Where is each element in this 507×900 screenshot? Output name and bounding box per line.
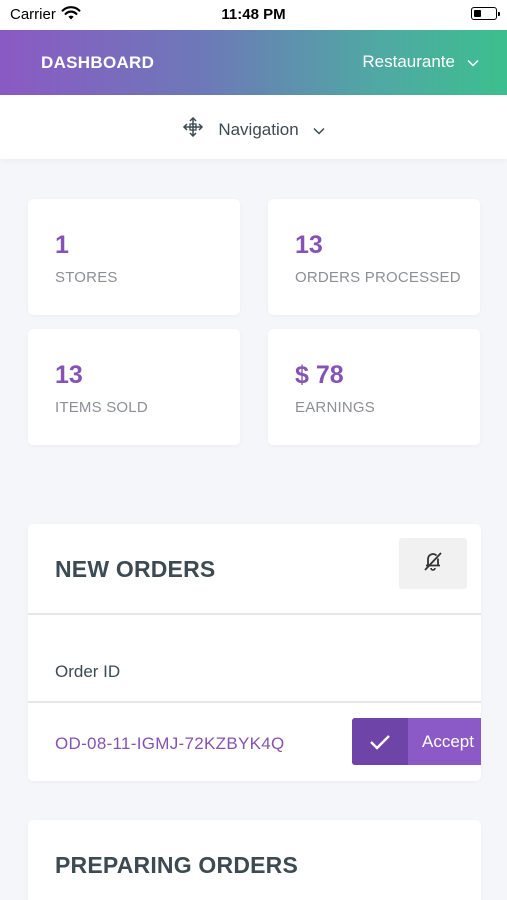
- order-id-link[interactable]: OD-08-11-IGMJ-72KZBYK4Q: [55, 734, 285, 754]
- divider: [28, 613, 481, 615]
- chevron-down-icon: [313, 120, 325, 140]
- stat-value: 13: [295, 231, 323, 259]
- accept-button[interactable]: Accept: [352, 718, 481, 765]
- move-arrows-icon: [182, 116, 204, 142]
- mute-button[interactable]: [399, 538, 467, 589]
- stat-value: 13: [55, 361, 83, 389]
- preparing-orders-card: PREPARING ORDERS: [28, 820, 481, 900]
- stat-label: ITEMS SOLD: [55, 399, 148, 416]
- battery-icon: [471, 7, 500, 20]
- store-selector[interactable]: Restaurante: [362, 52, 479, 72]
- navigation-label: Navigation: [218, 119, 299, 139]
- preparing-orders-title: PREPARING ORDERS: [55, 852, 299, 878]
- stat-label: STORES: [55, 269, 118, 286]
- stat-card-orders-processed: 13 ORDERS PROCESSED: [268, 199, 480, 315]
- bell-off-icon: [422, 550, 444, 577]
- clock: 11:48 PM: [221, 6, 286, 23]
- column-header-order-id: Order ID: [55, 662, 121, 681]
- stat-value: 1: [55, 231, 69, 259]
- stat-card-stores: 1 STORES: [28, 199, 240, 315]
- store-name: Restaurante: [362, 52, 455, 71]
- divider: [28, 701, 481, 703]
- navigation-dropdown[interactable]: Navigation: [0, 116, 507, 142]
- page-title: DASHBOARD: [41, 53, 155, 72]
- accept-label: Accept: [422, 731, 474, 751]
- app-header: DASHBOARD Restaurante: [0, 30, 507, 95]
- stat-label: ORDERS PROCESSED: [295, 269, 461, 286]
- check-icon: [352, 718, 408, 765]
- stat-card-items-sold: 13 ITEMS SOLD: [28, 329, 240, 445]
- navigation-bar: Navigation: [0, 95, 507, 159]
- new-orders-card: NEW ORDERS Order ID OD-08-11-IGMJ-72KZBY…: [28, 524, 481, 781]
- stat-card-earnings: $ 78 EARNINGS: [268, 329, 480, 445]
- status-bar: Carrier 11:48 PM: [0, 0, 507, 30]
- chevron-down-icon: [467, 52, 479, 72]
- stat-value: $ 78: [295, 361, 344, 389]
- new-orders-title: NEW ORDERS: [55, 556, 216, 582]
- stat-label: EARNINGS: [295, 399, 375, 416]
